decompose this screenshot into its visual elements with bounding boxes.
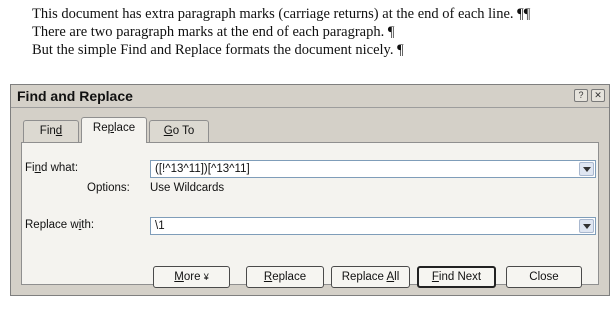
document-line: This document has extra paragraph marks … <box>32 6 530 23</box>
tab-go-to[interactable]: Go To <box>149 120 209 142</box>
chevron-down-icon <box>583 224 591 229</box>
find-what-dropdown-button[interactable] <box>579 162 594 176</box>
chevron-down-icon <box>583 167 591 172</box>
find-what-label: Find what: <box>25 162 79 174</box>
document-line: But the simple Find and Replace formats … <box>32 42 404 59</box>
dialog-title: Find and Replace <box>17 88 133 104</box>
replace-with-dropdown-button[interactable] <box>579 219 594 233</box>
more-arrow-icon: ¥ <box>203 272 209 282</box>
replace-with-input[interactable]: \1 <box>155 220 165 232</box>
dialog-titlebar[interactable]: Find and Replace ? ✕ <box>11 85 609 108</box>
find-what-combobox[interactable]: ([!^13^11])[^13^11] <box>150 160 596 178</box>
document-line: There are two paragraph marks at the end… <box>32 24 394 41</box>
options-label: Options: <box>87 182 130 194</box>
document-line-text: This document has extra paragraph marks … <box>32 6 531 22</box>
document-line-text: But the simple Find and Replace formats … <box>32 42 404 58</box>
replace-all-button[interactable]: Replace All <box>331 266 410 288</box>
options-value: Use Wildcards <box>150 182 225 194</box>
tab-replace[interactable]: Replace <box>81 117 147 143</box>
replace-with-combobox[interactable]: \1 <box>150 217 596 235</box>
replace-button[interactable]: Replace <box>246 266 324 288</box>
document-line-text: There are two paragraph marks at the end… <box>32 24 395 40</box>
find-what-input[interactable]: ([!^13^11])[^13^11] <box>155 163 250 175</box>
close-button[interactable]: Close <box>506 266 582 288</box>
replace-with-label: Replace with: <box>25 219 95 231</box>
find-next-button[interactable]: Find Next <box>417 266 496 288</box>
find-and-replace-dialog: Find and Replace ? ✕ Find Replace Go To … <box>10 84 610 296</box>
tab-find[interactable]: Find <box>23 120 79 142</box>
help-button[interactable]: ? <box>574 89 588 102</box>
document-area: This document has extra paragraph marks … <box>0 0 615 80</box>
close-window-button[interactable]: ✕ <box>591 89 605 102</box>
more-button[interactable]: More ¥ <box>153 266 230 288</box>
